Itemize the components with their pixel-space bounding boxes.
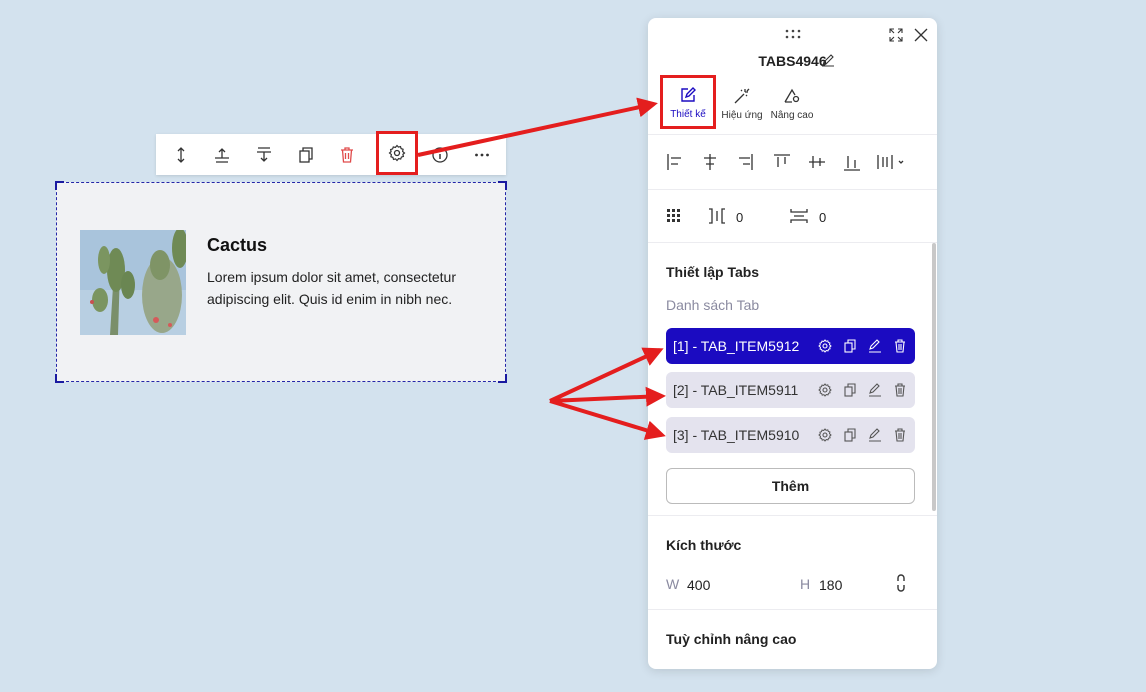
expand-icon[interactable] bbox=[889, 28, 903, 47]
corner-handle[interactable] bbox=[55, 181, 64, 190]
edit-icon[interactable] bbox=[866, 337, 884, 355]
duplicate-icon[interactable] bbox=[841, 337, 859, 355]
duplicate-button[interactable] bbox=[285, 134, 326, 175]
tab-list-item[interactable]: [2] - TAB_ITEM5911 bbox=[666, 372, 915, 408]
insert-below-icon bbox=[256, 146, 271, 162]
tab-item-label: [1] - TAB_ITEM5912 bbox=[673, 338, 800, 354]
settings-icon[interactable] bbox=[816, 381, 834, 399]
edit-title-icon[interactable] bbox=[821, 53, 835, 72]
tab-effects[interactable]: Hiệu ứng bbox=[718, 84, 766, 121]
move-vertical-button[interactable] bbox=[160, 134, 201, 175]
delete-icon bbox=[340, 146, 353, 163]
divider bbox=[648, 242, 937, 243]
insert-above-button[interactable] bbox=[201, 134, 242, 175]
info-button[interactable] bbox=[419, 134, 460, 175]
tabs-settings-heading: Thiết lập Tabs bbox=[666, 264, 760, 280]
width-label: W bbox=[666, 576, 680, 592]
duplicate-icon[interactable] bbox=[841, 426, 859, 444]
edit-icon[interactable] bbox=[866, 426, 884, 444]
row-spacing-icon bbox=[790, 208, 808, 229]
column-gap-value[interactable]: 0 bbox=[736, 210, 743, 225]
tab-advanced-label: Nâng cao bbox=[770, 110, 814, 121]
tab-design-label: Thiết kế bbox=[670, 109, 706, 120]
divider bbox=[648, 515, 937, 516]
insert-above-icon bbox=[214, 147, 229, 163]
row-spacing-value[interactable]: 0 bbox=[819, 210, 826, 225]
column-gap-icon bbox=[708, 208, 726, 229]
panel-scrollbar[interactable] bbox=[932, 243, 936, 511]
magic-wand-icon bbox=[734, 88, 750, 104]
more-icon bbox=[474, 153, 489, 156]
tab-list-item[interactable]: [1] - TAB_ITEM5912 bbox=[666, 328, 915, 364]
insert-below-button[interactable] bbox=[243, 134, 284, 175]
tab-list-item[interactable]: [3] - TAB_ITEM5910 bbox=[666, 417, 915, 453]
advanced-settings-icon bbox=[784, 88, 800, 103]
height-label: H bbox=[800, 576, 811, 592]
divider bbox=[648, 189, 937, 190]
size-heading: Kích thước bbox=[666, 537, 742, 553]
delete-icon[interactable] bbox=[891, 337, 909, 355]
edit-icon[interactable] bbox=[866, 381, 884, 399]
cactus-image bbox=[80, 230, 186, 335]
add-tab-button[interactable]: Thêm bbox=[666, 468, 915, 504]
settings-panel: TABS4946 Thiết kế Hiệu ứng Nâng cao 0 0 … bbox=[648, 18, 937, 669]
close-icon[interactable] bbox=[914, 28, 928, 47]
height-input[interactable]: 180 bbox=[819, 577, 842, 593]
lock-ratio-icon[interactable] bbox=[895, 573, 907, 598]
element-toolbar bbox=[156, 131, 506, 175]
corner-handle[interactable] bbox=[55, 374, 64, 383]
delete-icon[interactable] bbox=[891, 381, 909, 399]
more-button[interactable] bbox=[461, 134, 502, 175]
corner-handle[interactable] bbox=[498, 181, 507, 190]
tab-advanced[interactable]: Nâng cao bbox=[768, 84, 816, 121]
card-title: Cactus bbox=[207, 235, 268, 255]
alignment-toolbar bbox=[666, 152, 916, 172]
tab-item-label: [2] - TAB_ITEM5911 bbox=[673, 382, 799, 398]
divider bbox=[648, 609, 937, 610]
card-text: Lorem ipsum dolor sit amet, consectetur … bbox=[207, 269, 456, 307]
grid-icon[interactable] bbox=[666, 208, 682, 229]
settings-icon[interactable] bbox=[816, 426, 834, 444]
duplicate-icon bbox=[298, 146, 313, 163]
divider bbox=[648, 134, 937, 135]
corner-handle[interactable] bbox=[498, 374, 507, 383]
advanced-custom-heading: Tuỳ chỉnh nâng cao bbox=[666, 631, 797, 647]
info-icon bbox=[431, 146, 448, 163]
settings-button[interactable] bbox=[376, 131, 418, 175]
panel-title: TABS4946 bbox=[758, 53, 827, 69]
drag-handle-icon[interactable] bbox=[784, 27, 802, 45]
move-vertical-icon bbox=[177, 146, 184, 163]
settings-icon bbox=[388, 144, 406, 162]
width-input[interactable]: 400 bbox=[687, 577, 710, 593]
settings-icon[interactable] bbox=[816, 337, 834, 355]
tab-design[interactable]: Thiết kế bbox=[660, 75, 716, 129]
duplicate-icon[interactable] bbox=[841, 381, 859, 399]
delete-icon[interactable] bbox=[891, 426, 909, 444]
tab-item-label: [3] - TAB_ITEM5910 bbox=[673, 427, 800, 443]
tab-list-label: Danh sách Tab bbox=[666, 297, 760, 313]
delete-button[interactable] bbox=[326, 134, 367, 175]
tab-effects-label: Hiệu ứng bbox=[721, 110, 763, 121]
edit-square-icon bbox=[681, 87, 696, 102]
